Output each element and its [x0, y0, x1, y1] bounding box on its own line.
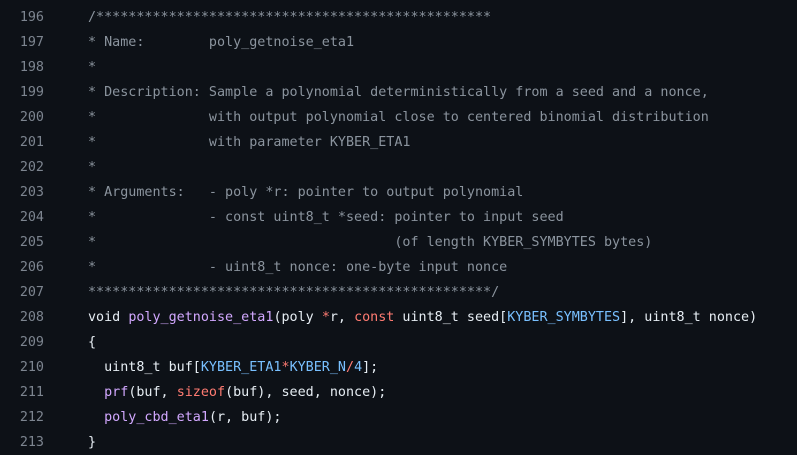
code-token: * (of length KYBER_SYMBYTES bytes)	[88, 235, 653, 250]
line-number[interactable]: 197	[0, 35, 44, 50]
line-number[interactable]: 212	[0, 410, 44, 425]
code-line: 211 prf(buf, sizeof(buf), seed, nonce);	[0, 380, 797, 405]
code-text: * Name: poly_getnoise_eta1	[44, 35, 797, 50]
code-line: 204 * - const uint8_t *seed: pointer to i…	[0, 205, 797, 230]
code-line: 202 *	[0, 155, 797, 180]
code-text: ****************************************…	[44, 285, 797, 300]
code-token: ], uint8_t nonce)	[620, 310, 758, 325]
code-text: *	[44, 60, 797, 75]
code-line: 206 * - uint8_t nonce: one-byte input non…	[0, 255, 797, 280]
code-token: poly_cbd_eta1	[104, 410, 209, 425]
code-text: uint8_t buf[KYBER_ETA1*KYBER_N/4];	[44, 360, 797, 375]
code-line: 200 * with output polynomial close to cen…	[0, 105, 797, 130]
code-line: 203 * Arguments: - poly *r: pointer to ou…	[0, 180, 797, 205]
line-number[interactable]: 200	[0, 110, 44, 125]
code-token: *	[88, 160, 97, 175]
code-token: *	[281, 360, 290, 375]
code-text: * with output polynomial close to center…	[44, 110, 797, 125]
code-text: *	[44, 160, 797, 175]
line-number[interactable]: 208	[0, 310, 44, 325]
code-token: *	[88, 60, 97, 75]
line-number[interactable]: 206	[0, 260, 44, 275]
code-token: 4	[354, 360, 363, 375]
code-token: /***************************************…	[88, 10, 492, 25]
code-line: 205 * (of length KYBER_SYMBYTES bytes)	[0, 230, 797, 255]
code-line: 201 * with parameter KYBER_ETA1	[0, 130, 797, 155]
line-number[interactable]: 196	[0, 10, 44, 25]
code-text: prf(buf, sizeof(buf), seed, nonce);	[44, 385, 797, 400]
line-number[interactable]: 210	[0, 360, 44, 375]
line-number[interactable]: 205	[0, 235, 44, 250]
line-number[interactable]: 203	[0, 185, 44, 200]
code-line: 212 poly_cbd_eta1(r, buf);	[0, 405, 797, 430]
code-token: /	[346, 360, 355, 375]
line-number[interactable]: 211	[0, 385, 44, 400]
line-number[interactable]: 207	[0, 285, 44, 300]
code-token: prf	[104, 385, 129, 400]
code-text: * with parameter KYBER_ETA1	[44, 135, 797, 150]
code-token: (buf,	[128, 385, 177, 400]
code-text: * - uint8_t nonce: one-byte input nonce	[44, 260, 797, 275]
code-text: }	[44, 435, 797, 450]
code-line: 208 void poly_getnoise_eta1(poly *r, cons…	[0, 305, 797, 330]
code-token: KYBER_N	[289, 360, 346, 375]
code-line: 196 /************************************…	[0, 5, 797, 30]
code-line: 199 * Description: Sample a polynomial de…	[0, 80, 797, 105]
code-token: ];	[362, 360, 379, 375]
code-text: * Arguments: - poly *r: pointer to outpu…	[44, 185, 797, 200]
code-text: * Description: Sample a polynomial deter…	[44, 85, 797, 100]
line-number[interactable]: 199	[0, 85, 44, 100]
line-number[interactable]: 201	[0, 135, 44, 150]
code-token: KYBER_SYMBYTES	[507, 310, 621, 325]
code-token: }	[88, 435, 97, 450]
code-token: sizeof	[176, 385, 226, 400]
code-token: (buf), seed, nonce);	[225, 385, 387, 400]
code-token: *	[321, 310, 330, 325]
code-token: * Name: poly_getnoise_eta1	[88, 35, 355, 50]
code-text: * (of length KYBER_SYMBYTES bytes)	[44, 235, 797, 250]
line-number[interactable]: 213	[0, 435, 44, 450]
code-text: void poly_getnoise_eta1(poly *r, const u…	[44, 310, 797, 325]
code-token: (r, buf);	[208, 410, 282, 425]
code-text: poly_cbd_eta1(r, buf);	[44, 410, 797, 425]
line-number[interactable]: 202	[0, 160, 44, 175]
code-token: poly_getnoise_eta1	[128, 310, 274, 325]
code-token: const	[354, 310, 395, 325]
code-token: uint8_t buf[	[88, 360, 201, 375]
code-line: 198 *	[0, 55, 797, 80]
code-line: 197 * Name: poly_getnoise_eta1	[0, 30, 797, 55]
code-token: void	[88, 310, 129, 325]
code-line: 207 *************************************…	[0, 280, 797, 305]
code-token: * - const uint8_t *seed: pointer to inpu…	[88, 210, 564, 225]
code-text: {	[44, 335, 797, 350]
line-number[interactable]: 209	[0, 335, 44, 350]
code-text: * - const uint8_t *seed: pointer to inpu…	[44, 210, 797, 225]
code-token: uint8_t seed[	[394, 310, 508, 325]
code-view: 196/************************************…	[0, 5, 797, 455]
code-token: (poly	[273, 310, 322, 325]
code-token: * with output polynomial close to center…	[88, 110, 709, 125]
line-number[interactable]: 204	[0, 210, 44, 225]
code-token: * with parameter KYBER_ETA1	[88, 135, 411, 150]
code-token: ****************************************…	[88, 285, 500, 300]
code-token: r,	[329, 310, 355, 325]
code-token: * Description: Sample a polynomial deter…	[88, 85, 709, 100]
code-token: KYBER_ETA1	[200, 360, 282, 375]
code-token: * - uint8_t nonce: one-byte input nonce	[88, 260, 508, 275]
code-token: * Arguments: - poly *r: pointer to outpu…	[88, 185, 524, 200]
code-token: {	[88, 335, 97, 350]
line-number[interactable]: 198	[0, 60, 44, 75]
code-line: 210 uint8_t buf[KYBER_ETA1*KYBER_N/4];	[0, 355, 797, 380]
code-line: 209 {	[0, 330, 797, 355]
code-text: /***************************************…	[44, 10, 797, 25]
code-line: 213}	[0, 430, 797, 455]
